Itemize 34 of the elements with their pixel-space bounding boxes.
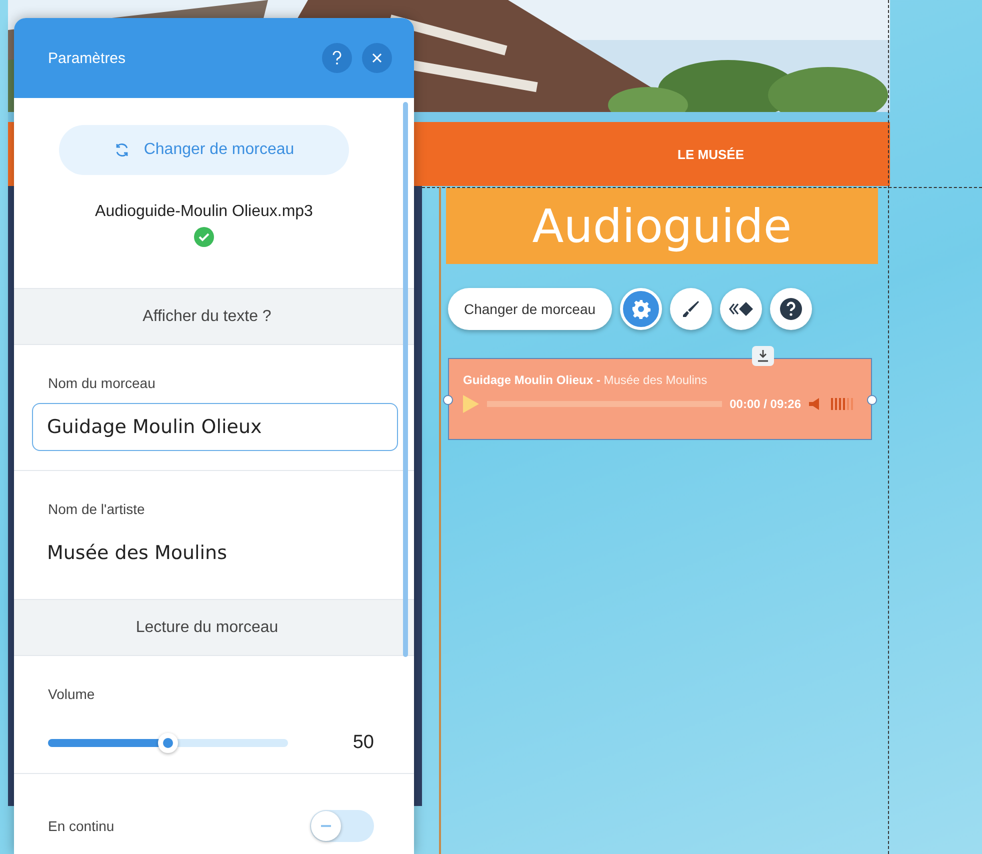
download-icon (757, 350, 769, 362)
brush-icon (680, 299, 701, 319)
tool-button[interactable] (770, 288, 812, 330)
tool-button[interactable] (720, 288, 762, 330)
download-button[interactable] (752, 346, 774, 366)
minus-icon (321, 825, 331, 827)
close-icon (372, 53, 382, 63)
file-name: Audioguide-Moulin Olieux.mp3 (95, 203, 313, 221)
toggle-switch[interactable] (310, 810, 374, 842)
track-title: Guidage Moulin Olieux - Musée des Moulins (463, 373, 708, 387)
close-button[interactable] (362, 43, 392, 73)
field-label: Nom du morceau (48, 375, 156, 391)
page-heading: Audioguide (532, 199, 792, 253)
settings-icon (630, 299, 651, 319)
toggle-label: En continu (48, 818, 114, 834)
volume-value: 50 (352, 732, 374, 754)
field-label: Volume (48, 686, 96, 702)
time-display: 00:00 / 09:26 (730, 397, 801, 411)
panel-title: Paramètres (48, 50, 127, 66)
check-icon (194, 227, 214, 247)
refresh-icon (114, 142, 130, 158)
help-button[interactable] (322, 43, 352, 73)
change-track-button[interactable]: Changer de morceau (448, 288, 612, 330)
section-title: Afficher du texte ? (142, 308, 272, 326)
resize-handle[interactable] (867, 395, 877, 405)
field-label: Nom de l'artiste (48, 501, 146, 517)
tool-button[interactable] (670, 288, 712, 330)
text-field[interactable]: Guidage Moulin Olieux (32, 403, 398, 451)
scrollbar[interactable] (403, 102, 408, 657)
help-icon (332, 51, 342, 65)
help-icon (778, 297, 803, 321)
resize-handle[interactable] (443, 395, 453, 405)
section-title: Lecture du morceau (136, 618, 278, 636)
animation-icon (728, 301, 754, 317)
